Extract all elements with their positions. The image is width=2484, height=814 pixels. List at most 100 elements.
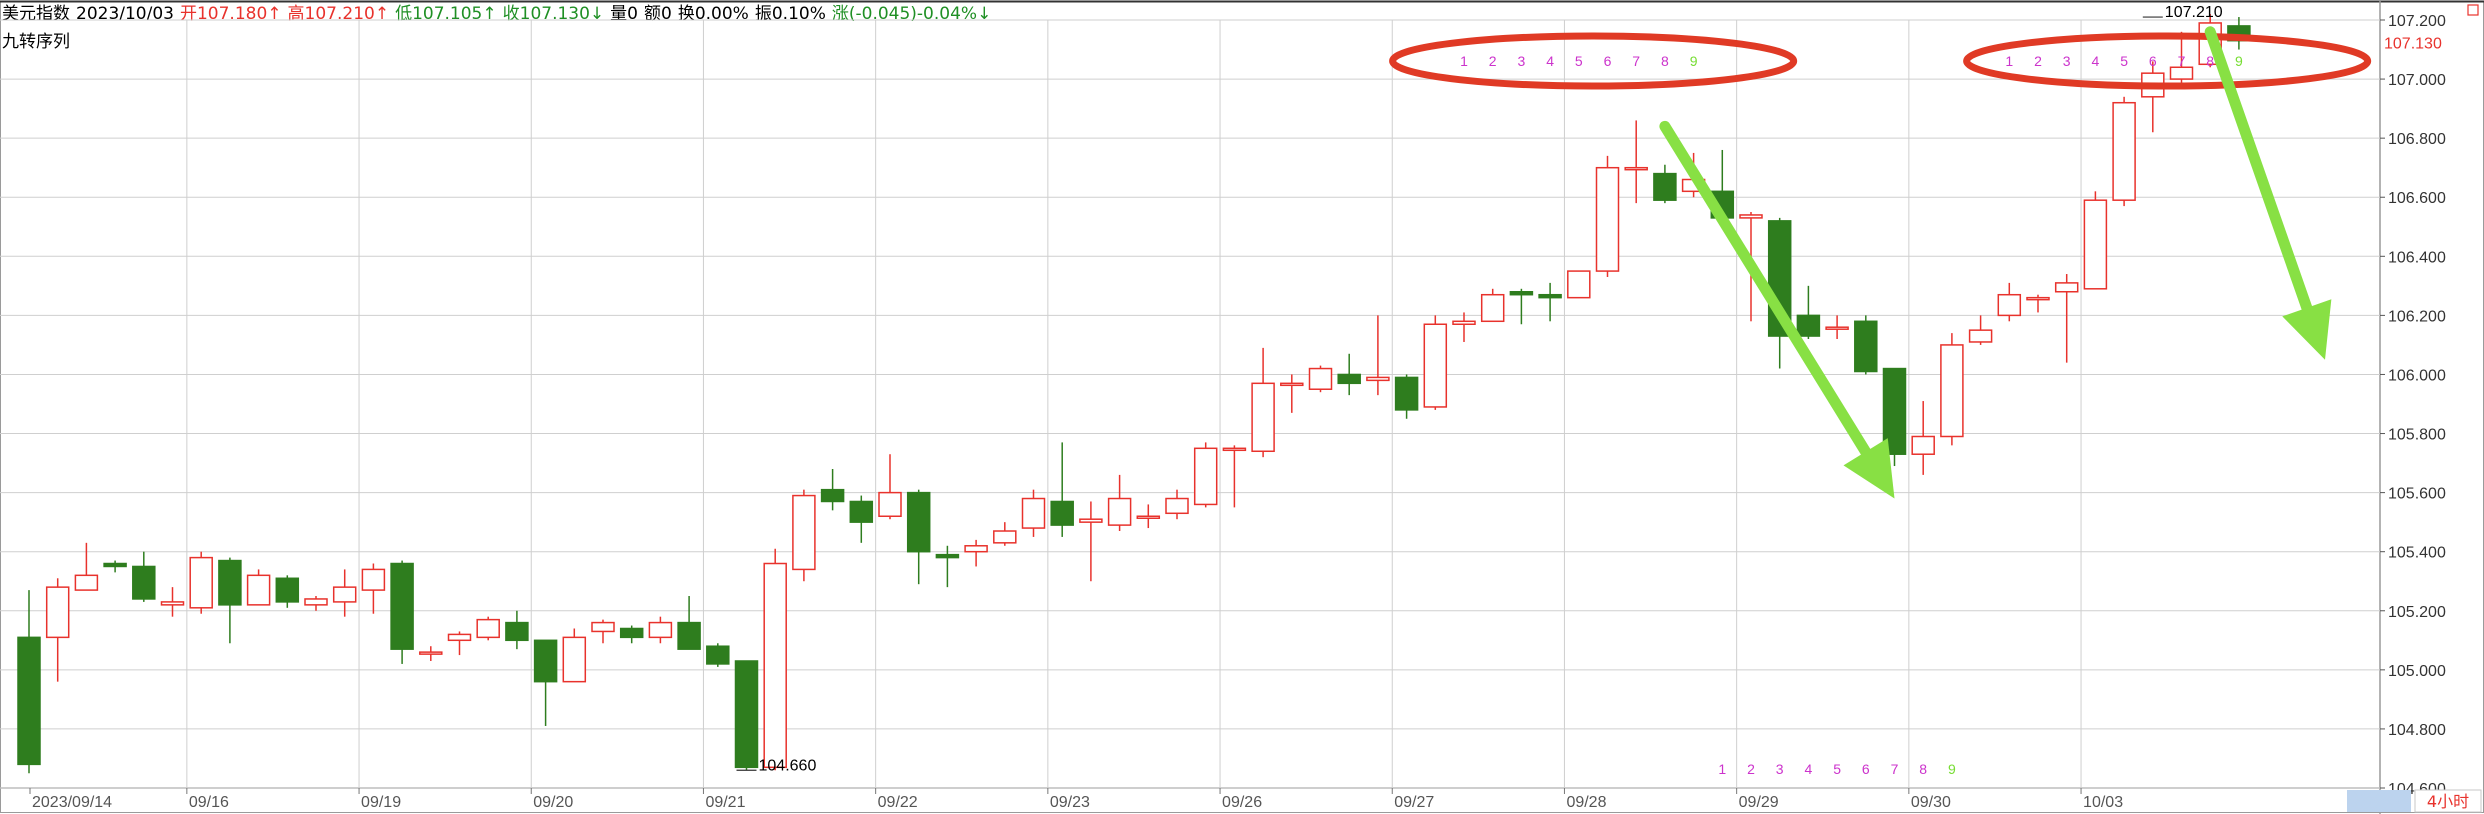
candle-body [1739, 214, 1763, 219]
candle-body [591, 621, 615, 633]
candle-body [1136, 515, 1161, 519]
candle-body [1825, 326, 1849, 330]
candle-body [1165, 497, 1189, 515]
candle [619, 625, 644, 644]
arrow-head [2282, 299, 2332, 360]
candle-body [332, 586, 357, 603]
candle [447, 631, 472, 656]
candle-body [1997, 293, 2022, 317]
candle [533, 639, 558, 726]
candle [1624, 120, 1648, 204]
candle [1222, 445, 1247, 508]
candle [1452, 312, 1476, 342]
candlestick-chart[interactable]: 107.200 107.000 106.800 106.600 106.400 106.2… [0, 0, 2484, 814]
highlight-ellipse [1963, 32, 2372, 90]
candle [993, 522, 1017, 546]
candle-body [361, 568, 386, 591]
price-axis: 107.200 107.000 106.800 106.600 106.400 106.2… [2380, 13, 2446, 798]
candle-body [1624, 166, 1648, 171]
y-tick-label: 107.200 [2388, 13, 2446, 30]
candle-body [1423, 323, 1448, 408]
candle [734, 660, 759, 771]
candle-body [763, 562, 787, 769]
candle [1394, 374, 1419, 419]
candle [849, 495, 874, 543]
y-tick-label: 105.800 [2388, 427, 2446, 444]
candle [1796, 285, 1821, 340]
candle-body [505, 621, 529, 642]
candle [562, 628, 587, 683]
candle [103, 560, 127, 573]
candle-body [1796, 314, 1821, 337]
td-sequence-number: 7 [1632, 53, 1640, 69]
candle [1940, 333, 1964, 446]
x-tick-label: 09/21 [705, 794, 745, 811]
candle-body [562, 636, 587, 683]
candle-body [189, 556, 213, 609]
candle-body [1050, 500, 1074, 526]
candle-body [964, 545, 988, 553]
td-sequence-number: 5 [1833, 761, 1841, 777]
candle-body [1079, 518, 1103, 523]
candle [792, 489, 816, 582]
candle-body [906, 491, 931, 553]
candle-body [17, 636, 41, 766]
candle [1136, 504, 1161, 529]
candle [1251, 347, 1275, 458]
corner-box [2467, 4, 2479, 16]
arrow-shaft [1659, 120, 1872, 458]
y-tick-label: 105.400 [2388, 545, 2446, 562]
grid-lines [0, 0, 2484, 814]
candle [246, 569, 271, 606]
candle [964, 539, 988, 567]
candle-body [103, 562, 127, 568]
candle [2083, 191, 2108, 290]
candle-body [45, 586, 70, 639]
x-tick-label: 10/03 [2083, 794, 2123, 811]
candle [591, 619, 615, 644]
candle-body [1653, 172, 1677, 201]
td-sequence-number: 1 [2005, 53, 2013, 69]
candle [1280, 374, 1304, 413]
td-sequence-number: 6 [1862, 761, 1870, 777]
candle-body [677, 621, 701, 650]
period-tab-bg [2347, 790, 2411, 812]
td-sequence-number: 4 [1805, 761, 1813, 777]
candle [505, 610, 529, 650]
candle [1567, 270, 1591, 299]
annotations: 107.210 104.660 [736, 4, 2223, 774]
trend-arrows [1659, 26, 2332, 499]
x-tick-label: 09/16 [189, 794, 229, 811]
candle-body [1567, 270, 1591, 299]
candle [1165, 489, 1189, 520]
x-tick-label: 09/20 [533, 794, 573, 811]
trend-arrow [1659, 120, 1895, 499]
candle-body [648, 621, 673, 639]
candle [1366, 315, 1390, 396]
candle-body [2083, 199, 2108, 290]
td-sequence-number: 6 [1604, 53, 1612, 69]
candle-body [1968, 329, 1993, 343]
td-sequence-number: 7 [2178, 53, 2186, 69]
x-tick-label: 09/27 [1394, 794, 1434, 811]
td-sequence-number: 2 [1489, 53, 1497, 69]
td-sequence-number: 3 [1776, 761, 1784, 777]
candle [2141, 61, 2165, 133]
candle [1193, 442, 1218, 508]
candle-body [619, 627, 644, 639]
x-tick-label: 09/28 [1566, 794, 1606, 811]
candle-body [935, 553, 960, 559]
x-tick-label: 09/23 [1050, 794, 1090, 811]
y-tick-label: 105.000 [2388, 663, 2446, 680]
x-tick-label: 2023/09/14 [32, 794, 112, 811]
candle-body [1394, 376, 1419, 411]
candle [1854, 315, 1878, 375]
candle [820, 468, 845, 511]
candle [1308, 365, 1333, 393]
chart-frame [0, 1, 2484, 813]
candle-body [74, 574, 99, 591]
candle-body [447, 633, 472, 642]
highlight-ellipse [1389, 32, 1798, 90]
td-sequence-number: 2 [1747, 761, 1755, 777]
period-tab-label: 4小时 [2427, 792, 2469, 811]
